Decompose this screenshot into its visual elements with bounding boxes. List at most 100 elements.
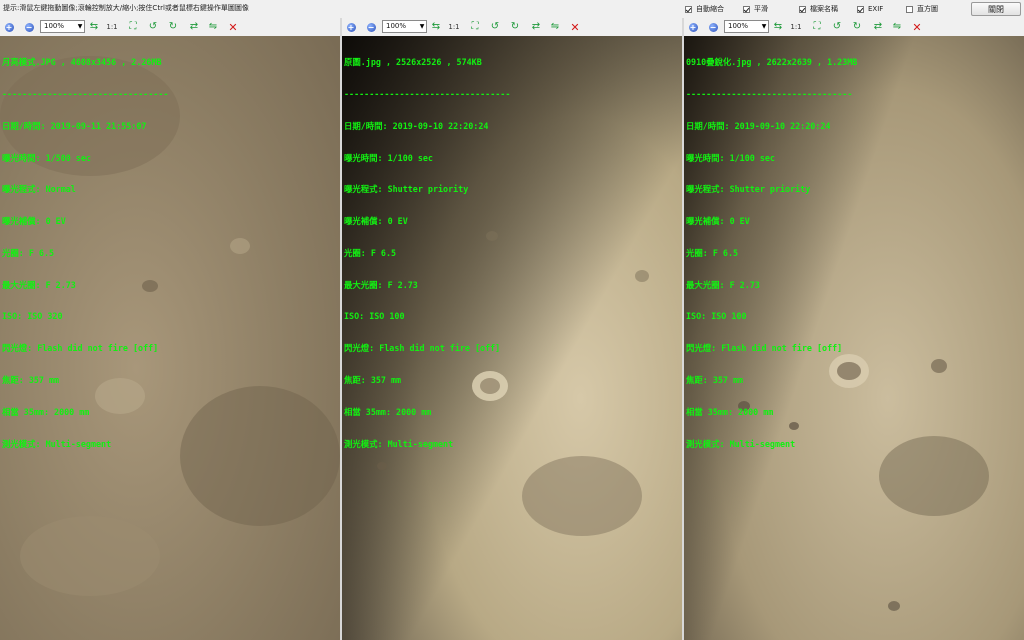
zoom-out-icon[interactable]: − — [24, 22, 34, 32]
exif-metering: 測光模式: Multi-segment — [2, 438, 112, 449]
exif-metering: 測光模式: Multi-segment — [344, 438, 454, 449]
exif-exposure-program: 曝光程式: Shutter priority — [344, 184, 469, 195]
exif-exposure-bias: 曝光補償: 0 EV — [2, 216, 66, 227]
rotate-left-icon[interactable]: ↺ — [489, 21, 501, 33]
smooth-checkbox[interactable] — [743, 5, 750, 13]
exif-checkbox[interactable] — [857, 5, 864, 13]
exif-aperture: 光圈: F 6.5 — [686, 247, 739, 258]
histogram-checkbox[interactable] — [906, 5, 913, 13]
exif-datetime: 日期/時間: 2019-09-10 22:20:24 — [686, 120, 831, 131]
rotate-right-icon[interactable]: ↻ — [851, 21, 863, 33]
exif-exposure-program: 曝光程式: Shutter priority — [686, 184, 811, 195]
flip-icon[interactable]: ⇄ — [530, 21, 542, 33]
fit-window-icon[interactable]: ⛶ — [811, 21, 823, 33]
rotate-left-icon[interactable]: ↺ — [831, 21, 843, 33]
flip-icon[interactable]: ⇄ — [188, 21, 200, 33]
filename-line: 0910疊銳化.jpg , 2622x2639 , 1.23MB — [686, 57, 858, 68]
exif-exposure-program: 曝光程式: Normal — [2, 184, 76, 195]
exif-focal-length: 焦距: 357 mm — [2, 375, 60, 385]
filename-line: 月亮模式.JPG , 4608x3456 , 2.26MB — [2, 57, 162, 68]
option-auto-merge[interactable]: 自動縮合 — [685, 4, 724, 14]
divider-line: --------------------------------- — [344, 88, 511, 99]
exif-metering: 測光模式: Multi-segment — [686, 438, 796, 449]
histogram-label: 直方圖 — [917, 5, 938, 13]
exif-35mm-equiv: 相當 35mm: 2000 mm — [2, 406, 90, 417]
rotate-left-icon[interactable]: ↺ — [147, 21, 159, 33]
zoom-select[interactable]: 100% — [724, 20, 762, 33]
divider-line: --------------------------------- — [2, 88, 169, 99]
zoom-in-icon[interactable]: + — [688, 22, 698, 32]
actual-size-button[interactable]: 1:1 — [106, 21, 118, 33]
exif-aperture: 光圈: F 6.5 — [344, 247, 397, 258]
zoom-out-icon[interactable]: − — [708, 22, 718, 32]
zoom-select[interactable]: 100% — [40, 20, 78, 33]
exif-35mm-equiv: 相當 35mm: 2000 mm — [344, 406, 432, 417]
exif-iso: ISO: ISO 320 — [2, 311, 63, 322]
rotate-right-icon[interactable]: ↻ — [167, 21, 179, 33]
fit-prev-icon[interactable]: ⇆ — [430, 21, 442, 33]
divider-line: --------------------------------- — [686, 88, 853, 99]
close-image-icon[interactable]: ✕ — [227, 21, 239, 33]
exif-datetime: 日期/時間: 2019-09-10 22:20:24 — [344, 120, 489, 131]
exif-datetime: 日期/時間: 2019-09-11 21:55:07 — [2, 120, 147, 131]
image-panel-3: + − 100% ▼ ⇆ 1:1 ⛶ ↺ ↻ ⇄ ⇋ ✕ 0910疊銳化.jpg… — [684, 18, 1024, 640]
exif-35mm-equiv: 相當 35mm: 2000 mm — [686, 406, 774, 417]
chevron-down-icon[interactable]: ▼ — [76, 20, 85, 33]
zoom-in-icon[interactable]: + — [4, 22, 14, 32]
exif-max-aperture: 最大光圈: F 2.73 — [344, 279, 418, 290]
exif-overlay: 原圖.jpg , 2526x2526 , 574KB -------------… — [344, 36, 510, 470]
exif-aperture: 光圈: F 6.5 — [2, 247, 55, 258]
usage-hint: 提示:滑鼠左鍵拖動圖像;滾輪控制放大/縮小;按住Ctrl或者鼠標右鍵操作單圖圖像 — [3, 4, 249, 12]
panel-toolbar: + − 100% ▼ ⇆ 1:1 ⛶ ↺ ↻ ⇄ ⇋ ✕ — [342, 18, 682, 36]
image-panel-2: + − 100% ▼ ⇆ 1:1 ⛶ ↺ ↻ ⇄ ⇋ ✕ 原圖.jpg , 25… — [342, 18, 682, 640]
exif-exposure-bias: 曝光補償: 0 EV — [344, 216, 408, 227]
exif-overlay: 0910疊銳化.jpg , 2622x2639 , 1.23MB -------… — [686, 36, 857, 470]
option-smooth[interactable]: 平滑 — [743, 4, 768, 14]
smooth-label: 平滑 — [754, 5, 768, 13]
auto-merge-label: 自動縮合 — [696, 5, 724, 13]
exif-focal-length: 焦距: 357 mm — [344, 375, 402, 385]
panel-toolbar: + − 100% ▼ ⇆ 1:1 ⛶ ↺ ↻ ⇄ ⇋ ✕ — [0, 18, 340, 36]
filename-label: 檔案名稱 — [810, 5, 838, 13]
swap-icon[interactable]: ⇋ — [549, 21, 561, 33]
close-button[interactable]: 關閉 — [971, 2, 1021, 16]
exif-focal-length: 焦距: 357 mm — [686, 375, 744, 385]
rotate-right-icon[interactable]: ↻ — [509, 21, 521, 33]
filename-checkbox[interactable] — [799, 5, 806, 13]
fit-window-icon[interactable]: ⛶ — [469, 21, 481, 33]
exif-exposure-time: 曝光時間: 1/500 sec — [2, 152, 91, 163]
chevron-down-icon[interactable]: ▼ — [418, 20, 427, 33]
chevron-down-icon[interactable]: ▼ — [760, 20, 769, 33]
top-bar: 提示:滑鼠左鍵拖動圖像;滾輪控制放大/縮小;按住Ctrl或者鼠標右鍵操作單圖圖像… — [0, 0, 1024, 18]
close-image-icon[interactable]: ✕ — [569, 21, 581, 33]
swap-icon[interactable]: ⇋ — [891, 21, 903, 33]
option-filename[interactable]: 檔案名稱 — [799, 4, 838, 14]
exif-flash: 閃光燈: Flash did not fire [off] — [2, 343, 159, 354]
zoom-out-icon[interactable]: − — [366, 22, 376, 32]
flip-icon[interactable]: ⇄ — [872, 21, 884, 33]
fit-prev-icon[interactable]: ⇆ — [772, 21, 784, 33]
fit-prev-icon[interactable]: ⇆ — [88, 21, 100, 33]
image-panel-1: + − 100% ▼ ⇆ 1:1 ⛶ ↺ ↻ ⇄ ⇋ ✕ 月亮模式.JPG , … — [0, 18, 340, 640]
option-histogram[interactable]: 直方圖 — [906, 4, 938, 14]
zoom-in-icon[interactable]: + — [346, 22, 356, 32]
swap-icon[interactable]: ⇋ — [207, 21, 219, 33]
panel-toolbar: + − 100% ▼ ⇆ 1:1 ⛶ ↺ ↻ ⇄ ⇋ ✕ — [684, 18, 1024, 36]
exif-overlay: 月亮模式.JPG , 4608x3456 , 2.26MB ----------… — [2, 36, 168, 470]
option-exif[interactable]: EXIF — [857, 4, 883, 14]
exif-max-aperture: 最大光圈: F 2.73 — [2, 279, 76, 290]
fit-window-icon[interactable]: ⛶ — [127, 21, 139, 33]
exif-iso: ISO: ISO 100 — [344, 311, 405, 322]
exif-exposure-time: 曝光時間: 1/100 sec — [344, 152, 433, 163]
exif-flash: 閃光燈: Flash did not fire [off] — [686, 343, 843, 354]
close-image-icon[interactable]: ✕ — [911, 21, 923, 33]
actual-size-button[interactable]: 1:1 — [790, 21, 802, 33]
auto-merge-checkbox[interactable] — [685, 5, 692, 13]
zoom-select[interactable]: 100% — [382, 20, 420, 33]
filename-line: 原圖.jpg , 2526x2526 , 574KB — [344, 57, 482, 68]
exif-label: EXIF — [868, 5, 884, 13]
actual-size-button[interactable]: 1:1 — [448, 21, 460, 33]
exif-max-aperture: 最大光圈: F 2.73 — [686, 279, 760, 290]
exif-flash: 閃光燈: Flash did not fire [off] — [344, 343, 501, 354]
exif-exposure-time: 曝光時間: 1/100 sec — [686, 152, 775, 163]
